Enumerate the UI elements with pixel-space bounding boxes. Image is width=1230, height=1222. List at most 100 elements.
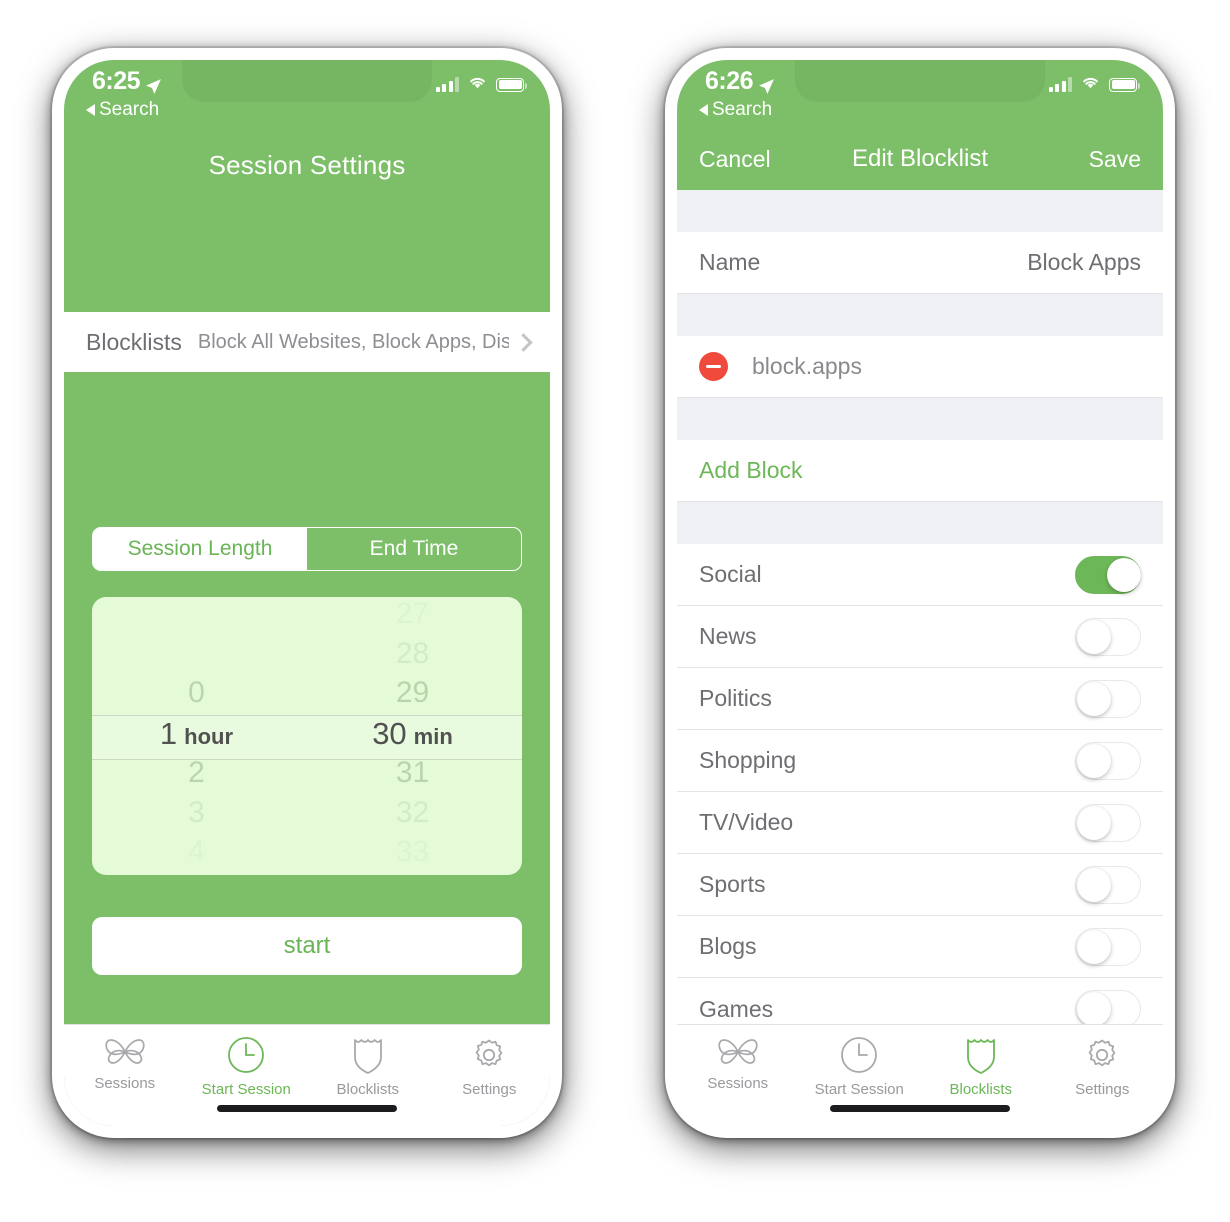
minutes-item[interactable]: 31 — [307, 756, 522, 796]
name-value: Block Apps — [1027, 249, 1141, 275]
tab-sessions[interactable]: Sessions — [677, 1035, 799, 1092]
tab-label: Start Session — [201, 1081, 291, 1098]
gear-icon — [475, 1039, 503, 1067]
hours-item[interactable]: 2 — [92, 756, 307, 796]
hours-item[interactable] — [92, 637, 307, 677]
back-to-search-link[interactable]: Search — [86, 99, 159, 121]
tab-settings[interactable]: Settings — [1042, 1035, 1164, 1098]
wifi-icon — [467, 74, 488, 95]
tab-label: Start Session — [814, 1081, 904, 1098]
toggle-label: TV/Video — [699, 809, 794, 835]
butterfly-icon — [105, 1039, 145, 1064]
toggle-knob — [1077, 867, 1111, 902]
status-bar-time: 6:25 — [92, 67, 141, 95]
page-title: Session Settings — [208, 150, 406, 180]
add-block-button[interactable]: Add Block — [677, 440, 1163, 502]
minutes-item[interactable]: 29 — [307, 676, 522, 716]
block-name: block.apps — [752, 353, 862, 379]
cancel-button[interactable]: Cancel — [699, 146, 809, 173]
toggle-knob — [1077, 743, 1111, 778]
toggle-row-social[interactable]: Social — [677, 544, 1163, 606]
section-gap — [677, 190, 1163, 232]
session-settings-body: Session Settings Blocklists Block All We… — [64, 128, 550, 1126]
blocklists-row[interactable]: Blocklists Block All Websites, Block App… — [64, 312, 550, 372]
toggle-label: News — [699, 623, 757, 649]
home-indicator[interactable] — [830, 1105, 1010, 1112]
back-to-search-link[interactable]: Search — [699, 99, 772, 121]
cellular-signal-icon — [435, 77, 459, 92]
home-indicator[interactable] — [217, 1105, 397, 1112]
tab-label: Blocklists — [949, 1081, 1012, 1098]
status-bar-left: 6:25 Search — [64, 60, 550, 128]
shield-icon — [353, 1039, 382, 1074]
notch — [182, 60, 432, 102]
toggle-row-games[interactable]: Games — [677, 978, 1163, 1024]
duration-picker[interactable]: 0 1 hour 2 3 4 27 28 29 30 min 31 32 33 — [92, 597, 522, 875]
hours-item[interactable] — [92, 597, 307, 637]
tab-bar-left: Sessions Start Session Blocklists Settin… — [64, 1024, 550, 1126]
blocklists-label: Blocklists — [86, 328, 182, 355]
tab-sessions[interactable]: Sessions — [64, 1035, 186, 1092]
segment-session-length[interactable]: Session Length — [93, 528, 307, 570]
toggle-switch[interactable] — [1075, 803, 1141, 842]
screen-edit-blocklist: 6:26 Search Cancel Edit Blocklist Save N… — [677, 60, 1163, 1126]
tab-blocklists[interactable]: Blocklists — [920, 1035, 1042, 1098]
battery-icon — [496, 77, 527, 92]
tab-label: Blocklists — [336, 1081, 399, 1098]
toggle-switch[interactable] — [1075, 927, 1141, 966]
butterfly-icon — [718, 1039, 758, 1064]
minutes-item[interactable]: 28 — [307, 637, 522, 677]
session-mode-segmented-control[interactable]: Session Length End Time — [92, 527, 522, 571]
cellular-signal-icon — [1048, 77, 1072, 92]
clock-icon — [841, 1037, 878, 1073]
toggle-row-politics[interactable]: Politics — [677, 668, 1163, 730]
save-button[interactable]: Save — [1031, 146, 1141, 173]
toggle-switch[interactable] — [1075, 617, 1141, 656]
tab-blocklists[interactable]: Blocklists — [307, 1035, 429, 1098]
toggle-label: Social — [699, 561, 762, 587]
toggle-switch[interactable] — [1075, 865, 1141, 904]
toggle-knob — [1077, 619, 1111, 654]
toggle-label: Sports — [699, 871, 766, 897]
minutes-item[interactable]: 32 — [307, 796, 522, 836]
edit-blocklist-list: Name Block Apps block.apps Add Block Soc… — [677, 190, 1163, 1024]
segment-end-time[interactable]: End Time — [307, 528, 521, 570]
clock-icon — [228, 1037, 265, 1073]
toggle-row-shopping[interactable]: Shopping — [677, 730, 1163, 792]
minutes-item[interactable]: 27 — [307, 597, 522, 637]
toggle-switch[interactable] — [1075, 990, 1141, 1024]
toggle-row-news[interactable]: News — [677, 606, 1163, 668]
hours-item[interactable]: 4 — [92, 835, 307, 875]
tab-start-session[interactable]: Start Session — [186, 1035, 308, 1098]
hours-item[interactable]: 0 — [92, 676, 307, 716]
toggle-row-sports[interactable]: Sports — [677, 854, 1163, 916]
status-bar-indicators — [435, 74, 527, 95]
chevron-right-icon — [514, 332, 533, 352]
toggle-row-tv-video[interactable]: TV/Video — [677, 792, 1163, 854]
minus-circle-icon[interactable] — [699, 352, 728, 381]
minutes-item[interactable]: 33 — [307, 835, 522, 875]
block-row[interactable]: block.apps — [677, 336, 1163, 398]
tab-bar-right: Sessions Start Session Blocklists Settin… — [677, 1024, 1163, 1126]
tab-start-session[interactable]: Start Session — [799, 1035, 921, 1098]
start-button[interactable]: start — [92, 917, 522, 975]
nav-bar: Cancel Edit Blocklist Save — [677, 128, 1163, 190]
status-bar-right: 6:26 Search — [677, 60, 1163, 128]
tab-label: Settings — [462, 1081, 517, 1098]
blocklists-value: Block All Websites, Block Apps, Distra… — [197, 330, 509, 353]
picker-selection-band — [92, 715, 522, 760]
toggle-label: Shopping — [699, 747, 797, 773]
section-gap — [677, 294, 1163, 336]
shield-icon — [966, 1039, 995, 1074]
hours-item[interactable]: 3 — [92, 796, 307, 836]
notch — [795, 60, 1045, 102]
tab-settings[interactable]: Settings — [429, 1035, 551, 1098]
toggle-switch[interactable] — [1075, 741, 1141, 780]
toggle-label: Games — [699, 995, 774, 1022]
tab-label: Sessions — [707, 1075, 769, 1092]
toggle-row-blogs[interactable]: Blogs — [677, 916, 1163, 978]
name-row[interactable]: Name Block Apps — [677, 232, 1163, 294]
toggle-switch[interactable] — [1075, 555, 1141, 594]
status-bar-time: 6:26 — [705, 67, 754, 95]
toggle-switch[interactable] — [1075, 679, 1141, 718]
